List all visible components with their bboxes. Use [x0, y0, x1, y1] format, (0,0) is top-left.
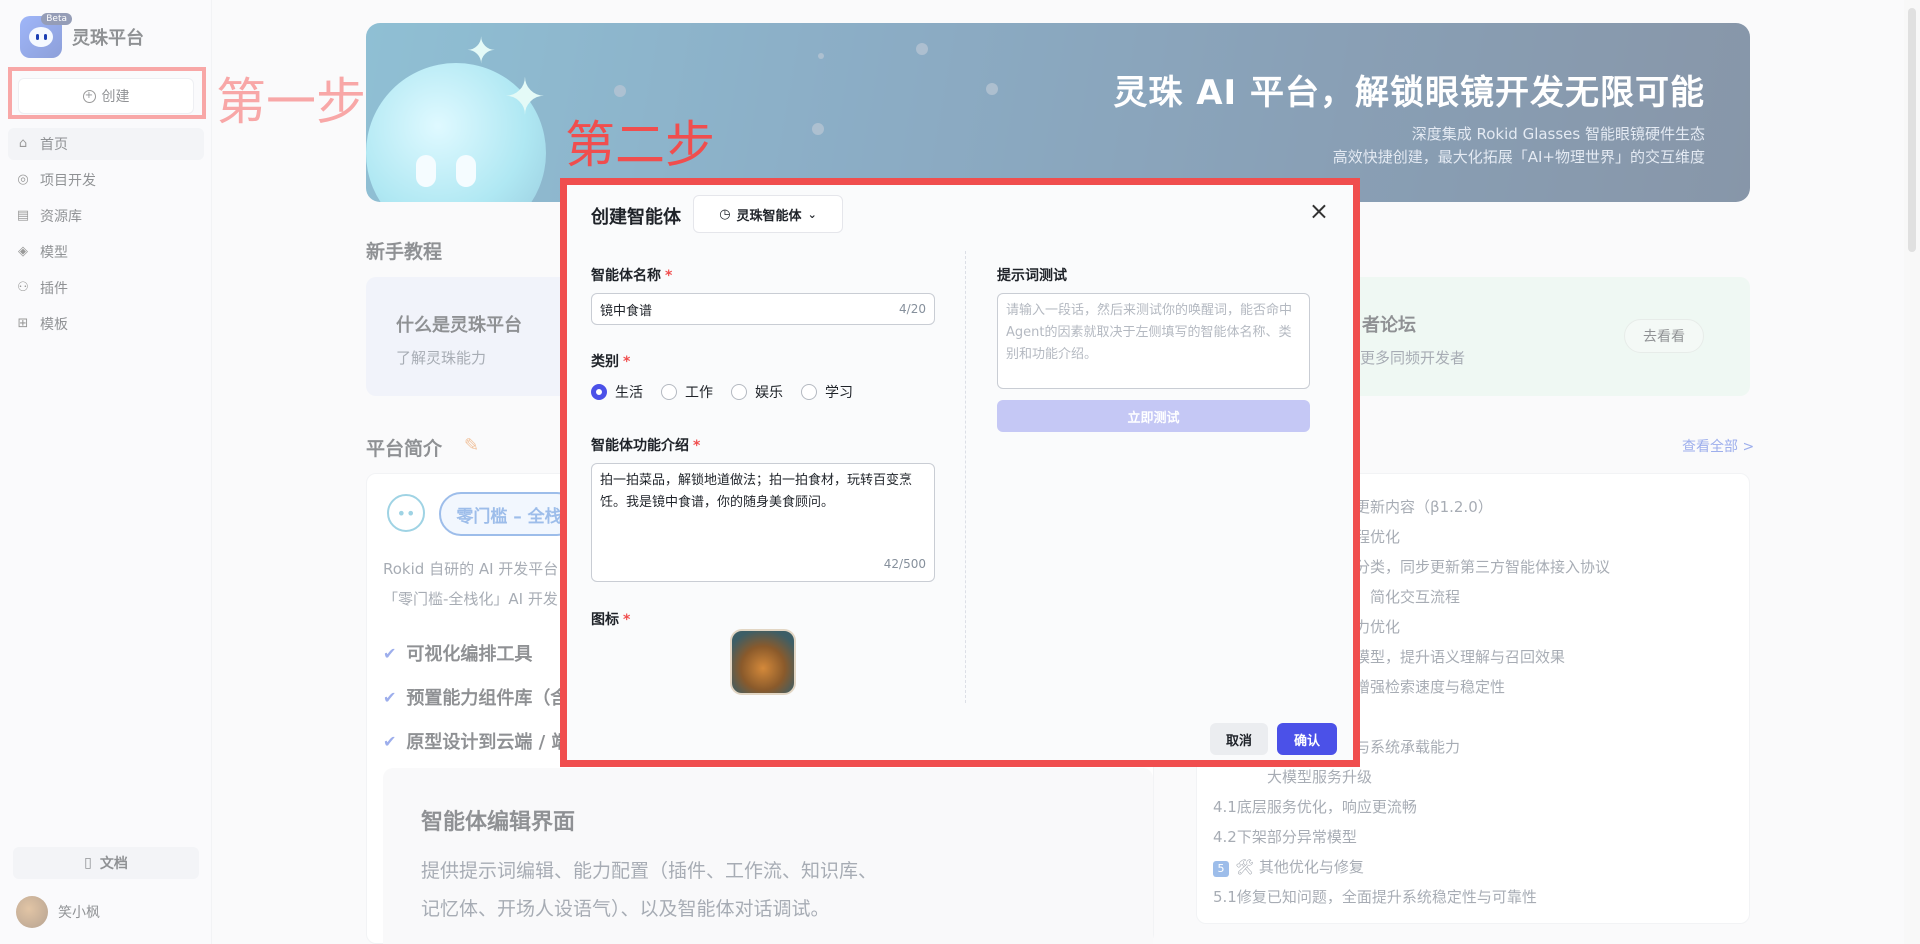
prompt-test-textarea[interactable]: 请输入一段话，然后来测试你的唤醒词，能否命中Agent的因素就取决于左侧填写的智… — [997, 293, 1310, 389]
category-radio-study[interactable]: 学习 — [801, 382, 853, 402]
category-radio-entertainment[interactable]: 娱乐 — [731, 382, 783, 402]
radio-selected[interactable] — [591, 384, 607, 400]
radio-unselected[interactable] — [731, 384, 747, 400]
description-label: 智能体功能介绍 * — [591, 438, 701, 454]
category-radio-group: 生活 工作 娱乐 学习 — [591, 382, 853, 402]
close-icon[interactable]: × — [1309, 197, 1329, 225]
description-value: 拍一拍菜品，解锁地道做法；拍一拍食材，玩转百变烹饪。我是镜中食谱，你的随身美食顾… — [600, 473, 913, 510]
category-label: 类别 * — [591, 354, 631, 370]
icon-label: 图标 * — [591, 612, 631, 628]
prompt-placeholder: 请输入一段话，然后来测试你的唤醒词，能否命中Agent的因素就取决于左侧填写的智… — [1006, 303, 1293, 362]
logo-eye-left — [36, 34, 39, 40]
confirm-button[interactable]: 确认 — [1277, 723, 1337, 755]
step2-annotation: 第二步 — [565, 116, 715, 174]
cancel-button[interactable]: 取消 — [1210, 723, 1268, 755]
agent-name-input[interactable]: 镜中食谱 4/20 — [591, 293, 935, 325]
test-now-button[interactable]: 立即测试 — [997, 400, 1310, 432]
agent-icon-image[interactable] — [730, 629, 796, 695]
name-label: 智能体名称 * — [591, 268, 673, 284]
dialog-divider — [965, 251, 966, 703]
category-radio-life[interactable]: 生活 — [591, 382, 643, 402]
radio-unselected[interactable] — [661, 384, 677, 400]
chevron-down-icon: ⌄ — [807, 207, 817, 221]
name-char-counter: 4/20 — [899, 302, 926, 316]
agent-type-label: 灵珠智能体 — [736, 208, 802, 224]
agent-type-dropdown[interactable]: ◷ 灵珠智能体 ⌄ — [693, 195, 843, 233]
category-radio-work[interactable]: 工作 — [661, 382, 713, 402]
description-char-counter: 42/500 — [883, 557, 926, 571]
agent-type-icon: ◷ — [719, 206, 731, 222]
dialog-title: 创建智能体 — [591, 207, 681, 228]
radio-unselected[interactable] — [801, 384, 817, 400]
agent-description-textarea[interactable]: 拍一拍菜品，解锁地道做法；拍一拍食材，玩转百变烹饪。我是镜中食谱，你的随身美食顾… — [591, 463, 935, 582]
agent-name-value: 镜中食谱 — [600, 303, 653, 319]
logo-eye-right — [44, 34, 47, 40]
prompt-test-label: 提示词测试 — [997, 268, 1067, 284]
create-agent-dialog: 创建智能体 ◷ 灵珠智能体 ⌄ × 智能体名称 * 镜中食谱 4/20 类别 * 生… — [560, 178, 1360, 767]
